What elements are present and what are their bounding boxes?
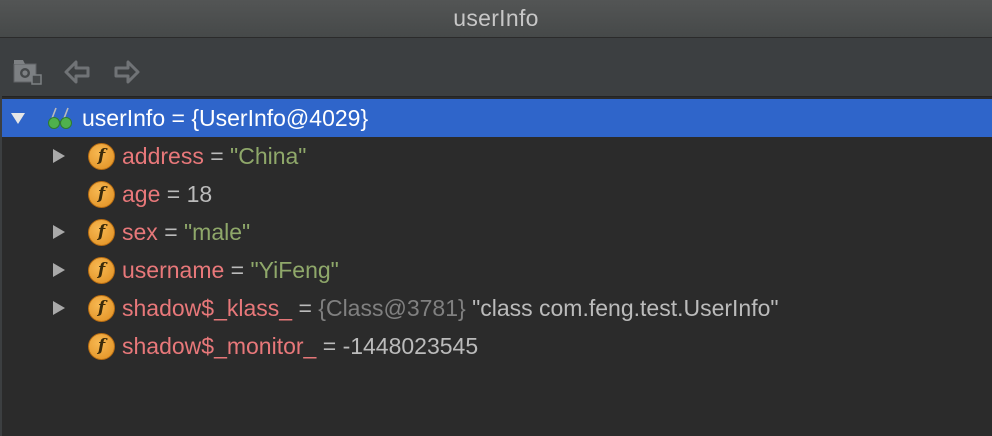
field-icon: f xyxy=(88,143,115,170)
chevron-right-icon xyxy=(53,149,65,163)
tree-row-age[interactable]: f age = 18 xyxy=(2,175,992,213)
forward-button[interactable] xyxy=(110,55,144,89)
field-icon: f xyxy=(88,333,115,360)
expand-toggle[interactable] xyxy=(47,213,71,251)
variables-tree[interactable]: userInfo = {UserInfo@4029} f address = "… xyxy=(2,96,992,436)
chevron-down-icon xyxy=(11,113,25,124)
equals-sign: = xyxy=(298,294,312,321)
chevron-right-icon xyxy=(53,301,65,315)
tree-row-shadow-monitor[interactable]: f shadow$_monitor_ = -1448023545 xyxy=(2,327,992,365)
field-value: 18 xyxy=(186,180,213,207)
tree-row-username[interactable]: f username = "YiFeng" xyxy=(2,251,992,289)
field-name: shadow$_monitor_ xyxy=(122,332,317,359)
field-label: age = 18 xyxy=(122,175,212,213)
field-label: sex = "male" xyxy=(122,213,250,251)
forward-arrow-icon xyxy=(114,60,140,84)
evaluate-window: userInfo userInfo = {UserInfo@4029} f ad… xyxy=(0,0,992,436)
field-value: "YiFeng" xyxy=(250,256,339,283)
object-reference: {Class@3781} xyxy=(318,294,466,321)
tree-root-label: userInfo = {UserInfo@4029} xyxy=(82,99,368,137)
expand-toggle[interactable] xyxy=(47,137,71,175)
tree-row-sex[interactable]: f sex = "male" xyxy=(2,213,992,251)
equals-sign: = xyxy=(164,218,178,245)
field-icon: f xyxy=(88,219,115,246)
variable-value: {UserInfo@4029} xyxy=(191,104,369,131)
equals-sign: = xyxy=(322,332,337,359)
field-name: username xyxy=(122,256,225,283)
equals-sign: = xyxy=(210,142,224,169)
field-name: address xyxy=(122,142,204,169)
field-label: shadow$_klass_ = {Class@3781} "class com… xyxy=(122,289,779,327)
tree-row-address[interactable]: f address = "China" xyxy=(2,137,992,175)
watch-glasses-icon xyxy=(46,105,78,137)
expand-toggle[interactable] xyxy=(47,251,71,289)
screenshot-icon xyxy=(13,60,42,85)
equals-sign: = xyxy=(171,104,185,131)
field-label: address = "China" xyxy=(122,137,306,175)
field-name: shadow$_klass_ xyxy=(122,294,293,321)
screenshot-button[interactable] xyxy=(10,55,44,89)
variable-name: userInfo xyxy=(82,104,166,131)
field-label: shadow$_monitor_ = -1448023545 xyxy=(122,327,478,365)
tree-root-row[interactable]: userInfo = {UserInfo@4029} xyxy=(2,99,992,137)
toolbar xyxy=(0,38,992,96)
field-name: age xyxy=(122,180,161,207)
field-value: "class com.feng.test.UserInfo" xyxy=(472,294,779,321)
tree-row-shadow-klass[interactable]: f shadow$_klass_ = {Class@3781} "class c… xyxy=(2,289,992,327)
equals-sign: = xyxy=(166,180,181,207)
field-label: username = "YiFeng" xyxy=(122,251,339,289)
expand-toggle[interactable] xyxy=(6,99,30,137)
chevron-right-icon xyxy=(53,225,65,239)
field-icon: f xyxy=(88,257,115,284)
field-value: "male" xyxy=(184,218,251,245)
back-arrow-icon xyxy=(64,60,90,84)
field-value: "China" xyxy=(230,142,307,169)
window-title: userInfo xyxy=(453,5,539,31)
field-value: -1448023545 xyxy=(342,332,479,359)
equals-sign: = xyxy=(230,256,245,283)
field-name: sex xyxy=(122,218,158,245)
back-button[interactable] xyxy=(60,55,94,89)
chevron-right-icon xyxy=(53,263,65,277)
field-icon: f xyxy=(88,181,115,208)
field-icon: f xyxy=(88,295,115,322)
title-bar[interactable]: userInfo xyxy=(0,0,992,38)
expand-toggle[interactable] xyxy=(47,289,71,327)
